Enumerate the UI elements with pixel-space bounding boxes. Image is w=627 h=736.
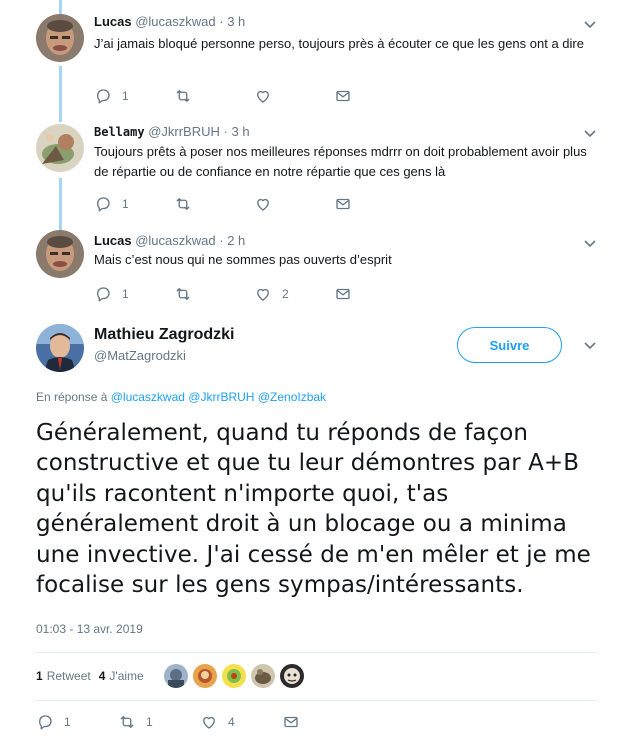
- likers-avatars: [163, 664, 309, 688]
- tweet-text: J’ai jamais bloqué personne perso, toujo…: [94, 36, 584, 51]
- reply-icon: [39, 715, 52, 730]
- like-action[interactable]: [254, 86, 282, 106]
- tweet-header: Lucas @lucaszkwad · 3 h: [94, 14, 245, 29]
- divider: [36, 652, 596, 653]
- avatar[interactable]: [36, 14, 84, 62]
- author-handle[interactable]: @JkrrBRUH: [148, 124, 220, 139]
- message-action[interactable]: [334, 194, 352, 214]
- reply-count: 1: [122, 287, 129, 301]
- author-name[interactable]: Mathieu Zagrodzki: [94, 326, 234, 344]
- mention-link[interactable]: @JkrrBRUH: [188, 390, 254, 404]
- mail-icon: [336, 90, 350, 102]
- reply-icon: [97, 287, 110, 302]
- liker-avatar[interactable]: [192, 664, 217, 688]
- retweet-count: 1: [146, 715, 153, 729]
- tweet-header: Lucas @lucaszkwad · 2 h: [94, 233, 245, 248]
- separator-dot: ·: [219, 233, 224, 248]
- tweet-actions: 1: [94, 194, 374, 214]
- like-action[interactable]: 2: [254, 284, 289, 304]
- tweet-actions: 1 2: [94, 284, 374, 304]
- mail-icon: [284, 716, 298, 728]
- heart-icon: [257, 90, 269, 103]
- like-action[interactable]: 4: [200, 712, 235, 732]
- author-handle[interactable]: @MatZagrodzki: [94, 348, 186, 363]
- author-name[interactable]: Lucas: [94, 233, 132, 248]
- reply-count: 1: [122, 89, 129, 103]
- liker-avatar[interactable]: [279, 664, 304, 688]
- tweet-actions: 1 1 4: [36, 712, 316, 732]
- retweet-action[interactable]: [174, 284, 202, 304]
- in-reply-to: En réponse à @lucaszkwad @JkrrBRUH @Zeno…: [36, 390, 326, 404]
- author-handle[interactable]: @lucaszkwad: [135, 233, 215, 248]
- like-action[interactable]: [254, 194, 282, 214]
- chevron-down-icon[interactable]: [583, 126, 597, 140]
- retweet-action[interactable]: [174, 86, 202, 106]
- author-name[interactable]: Lucas: [94, 14, 132, 29]
- author-handle[interactable]: @lucaszkwad: [135, 14, 215, 29]
- message-action[interactable]: [334, 284, 352, 304]
- like-stat-num: 4: [98, 669, 106, 683]
- mention-link[interactable]: @ZenoIzbak: [258, 390, 326, 404]
- author-name[interactable]: Bellamy: [94, 125, 145, 139]
- avatar[interactable]: [36, 124, 84, 172]
- tweet-text: Généralement, quand tu réponds de façon …: [36, 420, 591, 599]
- reply-count: 1: [122, 197, 129, 211]
- reply-tweet[interactable]: Lucas @lucaszkwad · 3 h J’ai jamais bloq…: [0, 0, 627, 112]
- separator-dot: ·: [223, 124, 228, 139]
- mail-icon: [336, 198, 350, 210]
- heart-icon: [203, 716, 215, 729]
- liker-avatar[interactable]: [221, 664, 246, 688]
- message-action[interactable]: [282, 712, 300, 732]
- retweet-icon: [120, 716, 134, 728]
- heart-icon: [257, 198, 269, 211]
- tweet-stats: 1 Retweet 4 J'aime: [36, 660, 309, 692]
- reply-tweet[interactable]: Bellamy @JkrrBRUH · 3 h Toujours prêts à…: [0, 112, 627, 222]
- avatar[interactable]: [36, 230, 84, 278]
- liker-avatar[interactable]: [163, 664, 188, 688]
- tweet-time[interactable]: 2 h: [227, 233, 245, 248]
- like-count: 4: [228, 715, 235, 729]
- reply-icon: [97, 197, 110, 212]
- tweet-actions: 1: [94, 86, 374, 106]
- reply-action[interactable]: 1: [94, 86, 129, 106]
- liker-avatar[interactable]: [250, 664, 275, 688]
- follow-button[interactable]: Suivre: [457, 327, 562, 363]
- chevron-down-icon[interactable]: [583, 338, 597, 352]
- avatar[interactable]: [36, 324, 84, 372]
- tweet-header: Bellamy @JkrrBRUH · 3 h: [94, 124, 250, 139]
- retweet-stat-num: 1: [36, 669, 43, 683]
- retweet-icon: [176, 288, 190, 300]
- mention-link[interactable]: @lucaszkwad: [111, 390, 185, 404]
- tweet-text: Mais c’est nous qui ne sommes pas ouvert…: [94, 252, 392, 267]
- reply-action[interactable]: 1: [94, 284, 129, 304]
- reply-action[interactable]: 1: [94, 194, 129, 214]
- tweet-time[interactable]: 3 h: [227, 14, 245, 29]
- retweet-action[interactable]: 1: [118, 712, 153, 732]
- tweet-datetime[interactable]: 01:03 - 13 avr. 2019: [36, 622, 143, 636]
- retweet-icon: [176, 90, 190, 102]
- chevron-down-icon[interactable]: [583, 17, 597, 31]
- chevron-down-icon[interactable]: [583, 236, 597, 250]
- like-count: 2: [282, 287, 289, 301]
- retweet-icon: [176, 198, 190, 210]
- reply-icon: [97, 89, 110, 104]
- mail-icon: [336, 288, 350, 300]
- retweet-action[interactable]: [174, 194, 202, 214]
- reply-count: 1: [64, 715, 71, 729]
- divider: [36, 700, 596, 701]
- like-stat[interactable]: 4 J'aime: [99, 669, 144, 683]
- reply-action[interactable]: 1: [36, 712, 71, 732]
- reply-tweet[interactable]: Lucas @lucaszkwad · 2 h Mais c’est nous …: [0, 222, 627, 316]
- tweet-time[interactable]: 3 h: [232, 124, 250, 139]
- tweet-text: Toujours prêts à poser nos meilleures ré…: [94, 144, 587, 179]
- retweet-stat[interactable]: 1 Retweet: [36, 669, 91, 683]
- heart-icon: [257, 288, 269, 301]
- in-reply-prefix: En réponse à: [36, 390, 108, 404]
- like-stat-label: J'aime: [109, 669, 144, 683]
- message-action[interactable]: [334, 86, 352, 106]
- retweet-stat-label: Retweet: [46, 669, 91, 683]
- separator-dot: ·: [219, 14, 224, 29]
